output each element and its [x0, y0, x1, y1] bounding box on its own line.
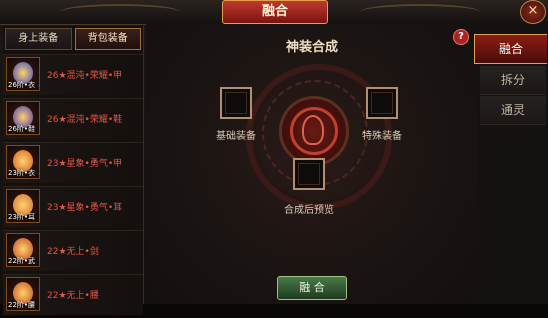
synthesis-title: 神装合成	[285, 40, 338, 55]
tab-split[interactable]: 拆分	[480, 66, 546, 95]
special-equipment-slot[interactable]	[366, 87, 398, 119]
equipment-icon: 22阶•腰	[6, 277, 40, 311]
fusion-core-emblem	[279, 96, 349, 166]
equipment-name: 23★星象•勇气•耳	[47, 203, 123, 213]
synthesis-panel: 神装合成 ? 基础装备 特殊装备 合成后预览 融 合	[146, 24, 478, 304]
tab-backpack[interactable]: 背包装备	[74, 28, 141, 50]
close-icon[interactable]: ×	[520, 0, 546, 24]
tab-fuse[interactable]: 融合	[474, 34, 547, 64]
equipment-list-item[interactable]: 22阶•腰 22★无上•腰	[3, 274, 143, 315]
equipment-level: 26阶•鞋	[8, 125, 36, 133]
equipment-icon: 23阶•衣	[6, 145, 40, 179]
fuse-button[interactable]: 融 合	[277, 276, 347, 300]
function-tabs: 融合 拆分 通灵	[474, 24, 548, 304]
title-bar: 融合 ×	[0, 0, 548, 25]
equipment-list-item[interactable]: 26阶•鞋 26★混沌•荣耀•鞋	[3, 98, 143, 139]
equipment-list: 26阶•衣 26★混沌•荣耀•甲 26阶•鞋 26★混沌•荣耀•鞋 23阶•衣 23★星象…	[3, 54, 143, 318]
equipment-list-item[interactable]: 23阶•耳 23★星象•勇气•耳	[3, 186, 143, 227]
equipment-name: 26★混沌•荣耀•甲	[47, 71, 123, 81]
equipment-level: 26阶•衣	[8, 81, 36, 89]
equipment-icon: 26阶•衣	[6, 57, 40, 91]
base-equipment-slot[interactable]	[220, 87, 252, 119]
equipment-level: 23阶•衣	[8, 169, 36, 177]
preview-label: 合成后预览	[284, 205, 334, 216]
equipment-tabs: 身上装备 背包装备	[3, 26, 143, 50]
equipment-level: 22阶•武	[8, 257, 36, 265]
equipment-name: 26★混沌•荣耀•鞋	[47, 115, 123, 125]
equipment-list-panel: 身上装备 背包装备 26阶•衣 26★混沌•荣耀•甲 26阶•鞋 26★混沌•荣耀•鞋…	[3, 26, 144, 315]
ornament-left	[60, 4, 180, 20]
equipment-icon: 26阶•鞋	[6, 101, 40, 135]
equipment-name: 23★星象•勇气•甲	[47, 159, 123, 169]
emblem-glyph	[302, 115, 324, 145]
equipment-list-item[interactable]: 22阶•武 22★无上•剑	[3, 230, 143, 271]
tab-spirit[interactable]: 通灵	[480, 96, 546, 125]
tab-equipped[interactable]: 身上装备	[5, 28, 72, 50]
help-icon[interactable]: ?	[453, 29, 469, 45]
equipment-icon: 22阶•武	[6, 233, 40, 267]
equipment-list-item[interactable]: 23阶•衣 23★星象•勇气•甲	[3, 142, 143, 183]
equipment-list-item[interactable]: 26阶•衣 26★混沌•荣耀•甲	[3, 54, 143, 95]
preview-slot	[293, 158, 325, 190]
equipment-name: 22★无上•剑	[47, 247, 99, 257]
equipment-level: 22阶•腰	[8, 301, 36, 309]
ornament-right	[360, 4, 480, 20]
equipment-name: 22★无上•腰	[47, 291, 99, 301]
base-equipment-label: 基础装备	[216, 131, 256, 142]
equipment-level: 23阶•耳	[8, 213, 36, 221]
special-equipment-label: 特殊装备	[362, 131, 402, 142]
equipment-icon: 23阶•耳	[6, 189, 40, 223]
window-title: 融合	[222, 0, 328, 24]
